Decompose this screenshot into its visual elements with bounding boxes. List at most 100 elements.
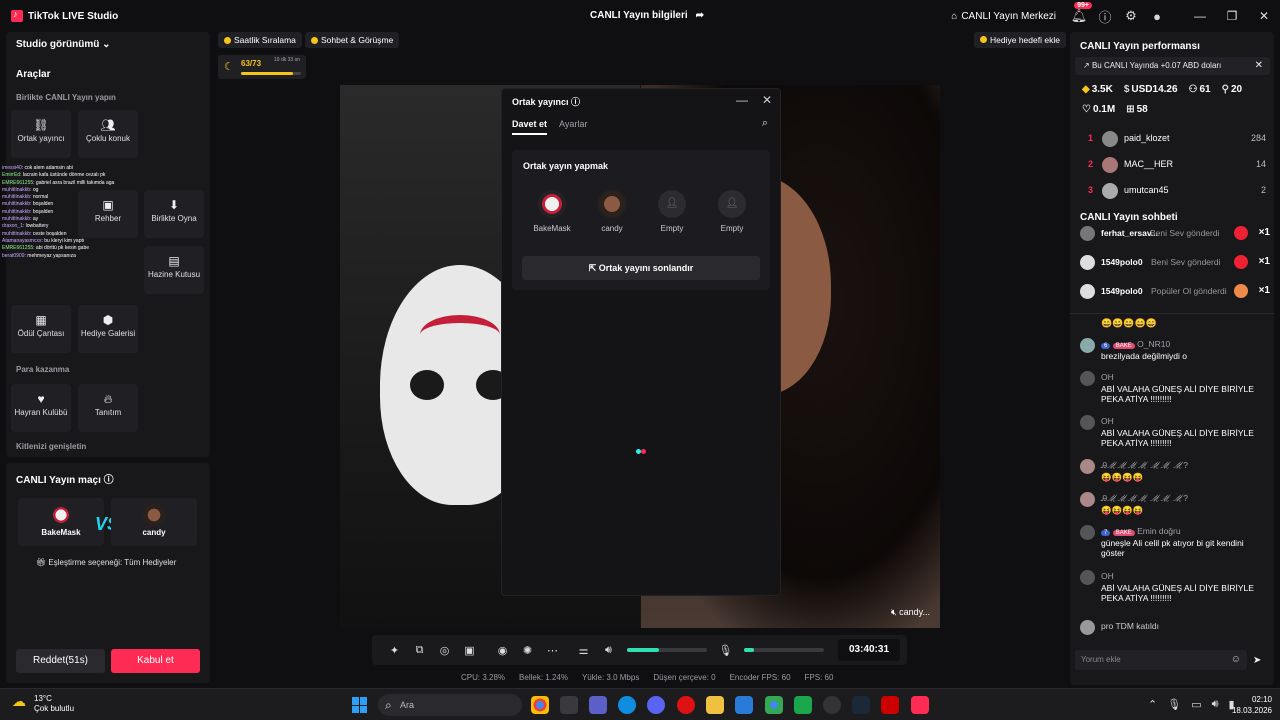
record-icon[interactable]: ◉ <box>490 644 515 657</box>
perf-note: ↗ Bu CANLI Yayında +0.07 ABD doları ✕ <box>1075 57 1270 75</box>
hourly-ranking-chip[interactable]: Saatlik Sıralama <box>218 32 302 48</box>
profile-avatar[interactable]: ● <box>1144 9 1170 24</box>
speaker-icon[interactable]: 🔊︎ <box>1212 698 1219 711</box>
tool-cohost[interactable]: ⛓ Ortak yayıncı <box>11 110 71 158</box>
cohost-dialog: Ortak yayıncı ⓘ — ✕ Davet et Ayarlar ⌕ O… <box>501 88 781 596</box>
taskbar-search[interactable]: Ara <box>378 694 522 716</box>
tiktok-live-icon[interactable] <box>911 696 929 714</box>
accept-button[interactable]: Kabul et <box>111 649 200 673</box>
minimize-icon[interactable]: — <box>736 93 748 107</box>
whatsapp-icon[interactable] <box>794 696 812 714</box>
discord-icon[interactable] <box>647 696 665 714</box>
beauty-icon[interactable]: ◎ <box>432 644 457 657</box>
live-center-button[interactable]: ⌂ CANLI Yayın Merkezi <box>951 11 1056 22</box>
mic-slider[interactable] <box>744 648 824 652</box>
windows-start-icon[interactable] <box>352 697 368 713</box>
chevron-down-icon: ⌄ <box>102 39 111 50</box>
tool-reward-bag[interactable]: ▦ Ödül Çantası <box>11 305 71 353</box>
minimize-button[interactable]: — <box>1184 9 1216 23</box>
gift-message: ferhat_ersav... Beni Sev gönderdi ×1 <box>1080 225 1270 243</box>
match-player-2[interactable]: candy <box>111 498 197 546</box>
gift-goal-chip[interactable]: Hediye hedefi ekle <box>974 32 1066 48</box>
expand-title: Kitlenizi genişletin <box>16 442 87 451</box>
cohost-slot[interactable]: 👤︎ Empty <box>707 190 757 233</box>
tab-settings[interactable]: Ayarlar <box>559 119 587 129</box>
maximize-button[interactable]: ❐ <box>1216 9 1248 23</box>
monetize-title: Para kazanma <box>16 365 70 374</box>
moon-icon: ☾ <box>224 61 234 73</box>
help-icon[interactable]: ⓘ <box>571 97 580 107</box>
close-window-button[interactable]: ✕ <box>1248 9 1280 23</box>
match-player-1[interactable]: BakeMask <box>18 498 104 546</box>
live-info-button[interactable]: CANLI Yayın bilgileri ➦ <box>590 10 704 21</box>
rank-row[interactable]: 2 MAC__HER 14 <box>1080 155 1266 175</box>
chrome-icon[interactable] <box>531 696 549 714</box>
search-icon[interactable]: ⌕ <box>762 117 768 130</box>
chat-meet-chip[interactable]: Sohbet & Görüşme <box>305 32 400 48</box>
app-title: TikTok LIVE Studio <box>28 10 119 22</box>
notification-button[interactable]: 🔔︎ 99+ <box>1066 2 1092 24</box>
tool-play-together[interactable]: ⬇ Birlikte Oyna <box>144 190 204 238</box>
system-tray: ⌃ 🎙︎ ▭ 🔊︎ ▮ <box>1148 698 1235 711</box>
clock-date: 18.03.2026 <box>1231 706 1272 715</box>
weather-widget[interactable]: ☁ 13°C Çok bulutlu <box>12 694 74 714</box>
comment-input[interactable]: Yorum ekle ☺ <box>1075 650 1247 670</box>
edge-icon[interactable] <box>618 696 636 714</box>
overlay-line: muhittinakkb: ceste boşalden <box>2 230 67 237</box>
tool-treasure-box[interactable]: ▤ Hazine Kutusu <box>144 246 204 294</box>
rank-row[interactable]: 3 umutcan45 2 <box>1080 181 1266 201</box>
reject-button[interactable]: Reddet(51s) <box>16 649 105 673</box>
live-chat-title: CANLI Yayın sohbeti <box>1080 212 1178 223</box>
studio-view-dropdown[interactable]: Studio görünümü ⌄ <box>16 39 111 50</box>
goal-progress-chip[interactable]: ☾ 63/73 19 dk 33 sn <box>218 55 306 79</box>
settings-button[interactable]: ⚙ <box>1118 8 1144 24</box>
send-icon[interactable]: ➤ <box>1253 655 1261 666</box>
help-button[interactable]: ⓘ <box>1092 7 1118 26</box>
more-icon[interactable]: ⋯ <box>540 644 565 657</box>
chrome-alt-icon[interactable] <box>765 696 783 714</box>
app-icon[interactable] <box>560 696 578 714</box>
layout-icon[interactable]: ▣ <box>457 644 482 657</box>
guest-name: candy... <box>899 607 930 617</box>
microphone-icon[interactable]: 🎙︎ <box>713 644 738 657</box>
chat-user: 7 BAKE Emin doğru <box>1101 526 1181 536</box>
together-title: Birlikte CANLI Yayın yapın <box>16 93 116 102</box>
clock[interactable]: 02:10 18.03.2026 <box>1232 694 1272 716</box>
teams-icon[interactable] <box>589 696 607 714</box>
tab-invite[interactable]: Davet et <box>512 119 548 135</box>
speaker-icon[interactable]: 🔊︎ <box>596 644 621 657</box>
steam-icon[interactable] <box>852 696 870 714</box>
capture-icon[interactable]: ✺ <box>515 644 540 657</box>
trend-icon: ↗ <box>1083 61 1092 70</box>
rank-row[interactable]: 1 paid_klozet 284 <box>1080 129 1266 149</box>
avatar <box>1080 459 1095 474</box>
display-icon[interactable]: ▭ <box>1191 698 1201 711</box>
emoji-icon[interactable]: ☺ <box>1231 650 1241 670</box>
tool-gift-gallery[interactable]: ⬢ Hediye Galerisi <box>78 305 138 353</box>
end-cohost-button[interactable]: ⇱ Ortak yayını sonlandır <box>522 256 760 280</box>
media-player-icon[interactable] <box>881 696 899 714</box>
goal-time: 19 dk 33 sn <box>274 57 300 63</box>
close-icon[interactable]: ✕ <box>762 93 772 107</box>
info-icon[interactable]: ⓘ <box>104 475 114 486</box>
close-icon[interactable]: ✕ <box>1255 57 1263 75</box>
cohost-slot[interactable]: 👤︎ Empty <box>647 190 697 233</box>
chat-user: OH <box>1101 372 1114 382</box>
cohost-slot[interactable]: candy <box>587 190 637 233</box>
folder-icon[interactable] <box>706 696 724 714</box>
tool-multi-guest[interactable]: 👥︎ Çoklu konuk <box>78 110 138 158</box>
tool-promote[interactable]: 🔥︎ Tanıtım <box>78 384 138 432</box>
obs-icon[interactable] <box>823 696 841 714</box>
opera-icon[interactable] <box>677 696 695 714</box>
volume-slider[interactable] <box>627 648 707 652</box>
cohost-slot[interactable]: BakeMask <box>527 190 577 233</box>
effects-icon[interactable]: ⧉ <box>407 644 432 657</box>
tool-fan-club[interactable]: ♥ Hayran Kulübü <box>11 384 71 432</box>
microphone-icon[interactable]: 🎙︎ <box>1167 698 1181 711</box>
mixer-icon[interactable]: ⚌ <box>571 644 596 657</box>
match-option[interactable]: 🎁︎ Eşleştirme seçeneği: Tüm Hediyeler <box>36 558 176 567</box>
chevron-up-icon[interactable]: ⌃ <box>1148 698 1157 711</box>
mail-icon[interactable] <box>735 696 753 714</box>
gift-icon: ⊞ <box>1126 104 1135 115</box>
magic-wand-icon[interactable]: ✦ <box>382 644 407 657</box>
